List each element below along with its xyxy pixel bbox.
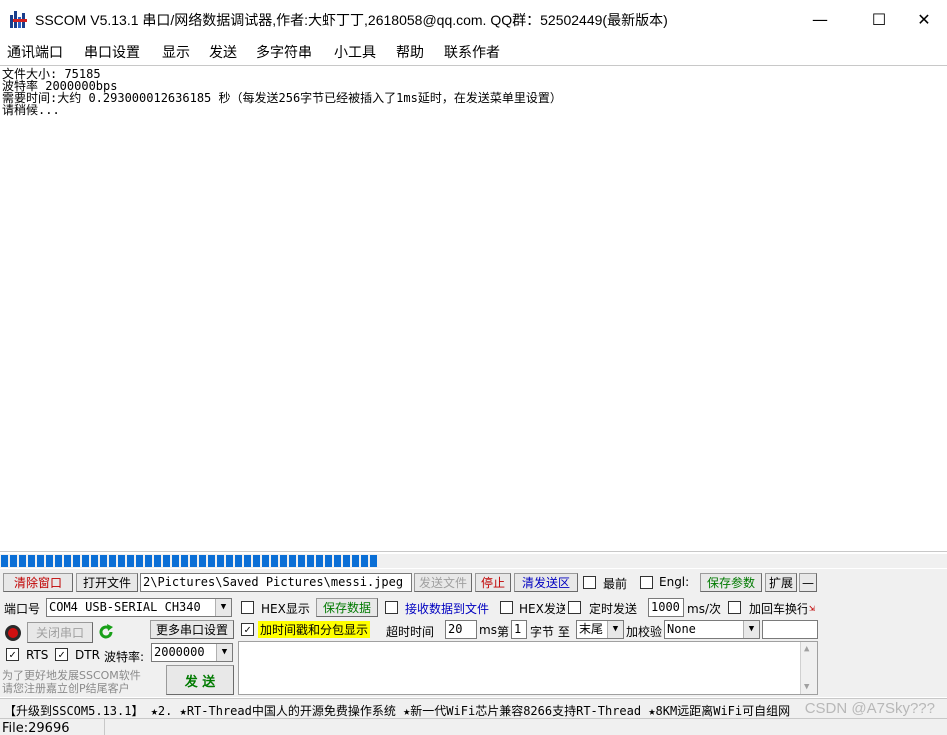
title-bar: SSCOM V5.13.1 串口/网络数据调试器,作者:大虾丁丁,2618058…: [0, 0, 947, 38]
send-progress-bar: [0, 554, 947, 568]
promo-line-2: 请您注册嘉立创P结尾客户: [2, 682, 130, 695]
ticker-text: 【升级到SSCOM5.13.1】 ★2. ★RT-Thread中国人的开源免费操…: [4, 704, 791, 718]
window-title: SSCOM V5.13.1 串口/网络数据调试器,作者:大虾丁丁,2618058…: [35, 12, 668, 28]
chevron-down-icon: ▼: [743, 621, 759, 638]
file-status: File:29696: [2, 721, 70, 735]
port-select[interactable]: COM4 USB-SERIAL CH340 ▼: [46, 598, 232, 617]
more-settings-button[interactable]: 更多串口设置: [150, 620, 234, 639]
checksum-select[interactable]: None ▼: [664, 620, 760, 639]
english-label: Engl:: [659, 575, 690, 589]
send-button[interactable]: 发 送: [166, 665, 234, 695]
menu-send[interactable]: 发送: [209, 42, 237, 62]
rts-label: RTS: [26, 648, 49, 662]
byte-label: 第: [497, 625, 510, 639]
port-value: COM4 USB-SERIAL CH340: [49, 600, 201, 614]
minimize-button[interactable]: —: [797, 0, 843, 38]
timed-send-label: 定时发送: [589, 602, 638, 616]
checksum-value: None: [667, 622, 696, 636]
hex-display-label: HEX显示: [261, 602, 310, 616]
menu-comm-port[interactable]: 通讯端口: [7, 42, 63, 62]
status-bar: File:29696: [0, 718, 947, 735]
dtr-checkbox[interactable]: ✓: [55, 648, 68, 661]
refresh-icon[interactable]: [97, 623, 115, 641]
send-text-area[interactable]: ▲ ▼: [238, 641, 818, 695]
menu-bar: 通讯端口 串口设置 显示 发送 多字符串 小工具 帮助 联系作者: [0, 38, 947, 64]
menu-tools[interactable]: 小工具: [334, 42, 376, 62]
baud-select[interactable]: 2000000 ▼: [151, 643, 233, 662]
interval-input[interactable]: 1000: [648, 598, 684, 617]
timeout-input[interactable]: 20: [445, 620, 477, 639]
close-port-button[interactable]: 关闭串口: [27, 622, 93, 643]
stop-button[interactable]: 停止: [475, 573, 511, 592]
tail-value: 末尾: [579, 622, 604, 636]
recv-to-file-label: 接收数据到文件: [405, 602, 490, 616]
maximize-button[interactable]: ☐: [856, 0, 902, 38]
hex-display-checkbox[interactable]: [241, 601, 254, 614]
tail-select[interactable]: 末尾 ▼: [576, 620, 624, 639]
send-scrollbar[interactable]: ▲ ▼: [800, 642, 817, 694]
interval-unit: ms/次: [687, 602, 721, 616]
topmost-checkbox[interactable]: [583, 576, 596, 589]
topmost-label: 最前: [603, 577, 628, 591]
expand-button[interactable]: 扩展: [765, 573, 797, 592]
close-button[interactable]: ✕: [901, 0, 947, 38]
timeout-label: 超时时间: [386, 625, 435, 639]
control-panel: 清除窗口 打开文件 2\Pictures\Saved Pictures\mess…: [0, 569, 947, 697]
receive-output[interactable]: 文件大小: 75185 波特率 2000000bps 需要时间:大约 0.293…: [0, 65, 947, 552]
hex-send-checkbox[interactable]: [500, 601, 513, 614]
recv-to-file-checkbox[interactable]: [385, 601, 398, 614]
resize-grip-icon: ⇲: [809, 603, 816, 614]
output-line: 文件大小: 75185: [2, 67, 101, 81]
app-icon: [10, 11, 27, 28]
chevron-down-icon: ▼: [607, 621, 623, 638]
progress-fill: [1, 555, 379, 567]
clear-window-button[interactable]: 清除窗口: [3, 573, 73, 592]
collapse-button[interactable]: —: [799, 573, 817, 592]
chevron-down-icon: ▼: [216, 644, 232, 661]
timeout-unit: ms: [479, 623, 497, 637]
chevron-down-icon: ▼: [215, 599, 231, 616]
menu-multi-string[interactable]: 多字符串: [256, 42, 312, 62]
byte-unit: 字节 至: [530, 625, 570, 639]
watermark: CSDN @A7Sky???: [804, 700, 935, 717]
scroll-down-icon[interactable]: ▼: [804, 682, 809, 692]
baud-value: 2000000: [154, 645, 205, 659]
timed-send-checkbox[interactable]: [568, 601, 581, 614]
save-data-button[interactable]: 保存数据: [316, 598, 378, 617]
byte-input[interactable]: 1: [511, 620, 527, 639]
status-divider: [104, 719, 105, 735]
timestamp-checkbox[interactable]: ✓: [241, 623, 254, 636]
port-label: 端口号: [4, 602, 41, 616]
add-crlf-checkbox[interactable]: [728, 601, 741, 614]
output-line: 需要时间:大约 0.293000012636185 秒（每发送256字节已经被插…: [2, 91, 562, 105]
send-file-button[interactable]: 发送文件: [414, 573, 472, 592]
menu-serial-settings[interactable]: 串口设置: [84, 42, 140, 62]
dtr-label: DTR: [75, 648, 100, 662]
port-status-led-icon: [5, 625, 21, 641]
menu-help[interactable]: 帮助: [396, 42, 424, 62]
timestamp-label: 加时间戳和分包显示: [258, 621, 371, 638]
scroll-up-icon[interactable]: ▲: [804, 644, 809, 654]
menu-contact-author[interactable]: 联系作者: [444, 42, 500, 62]
add-crlf-label: 加回车换行: [749, 602, 807, 616]
checksum-label: 加校验: [626, 625, 663, 639]
clear-send-button[interactable]: 清发送区: [514, 573, 578, 592]
rts-checkbox[interactable]: ✓: [6, 648, 19, 661]
baud-label: 波特率:: [104, 650, 145, 664]
english-checkbox[interactable]: [640, 576, 653, 589]
ticker-bar: 【升级到SSCOM5.13.1】 ★2. ★RT-Thread中国人的开源免费操…: [0, 698, 947, 718]
save-params-button[interactable]: 保存参数: [700, 573, 762, 592]
open-file-button[interactable]: 打开文件: [76, 573, 138, 592]
checksum-output: [762, 620, 818, 639]
output-line: 请稍候...: [2, 103, 60, 117]
hex-send-label: HEX发送: [519, 602, 565, 616]
menu-display[interactable]: 显示: [162, 42, 190, 62]
file-path-input[interactable]: 2\Pictures\Saved Pictures\messi.jpeg: [140, 573, 412, 592]
